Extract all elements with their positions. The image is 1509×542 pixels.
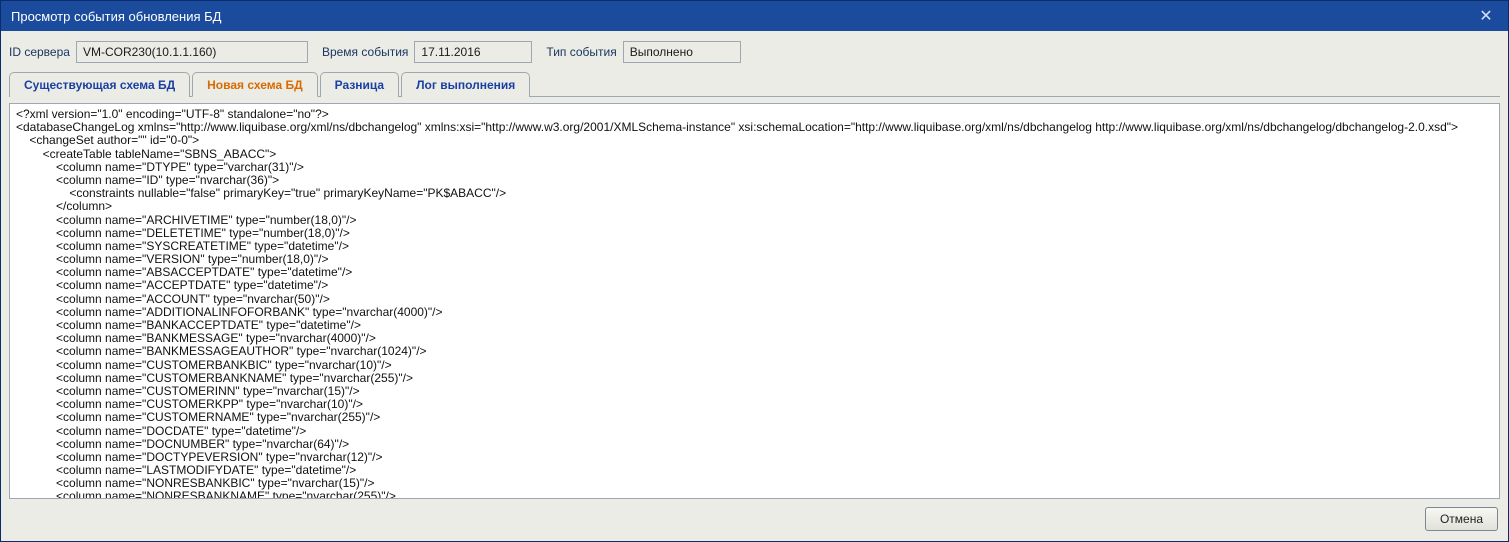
close-icon: ✕ [1479, 6, 1492, 26]
type-field[interactable] [623, 41, 741, 63]
window-title: Просмотр события обновления БД [11, 9, 1472, 24]
tabs-container: Существующая схема БД Новая схема БД Раз… [9, 71, 1500, 97]
type-label: Тип события [546, 45, 616, 59]
time-field[interactable] [414, 41, 532, 63]
tab-execution-log[interactable]: Лог выполнения [401, 72, 530, 97]
cancel-button[interactable]: Отмена [1425, 507, 1498, 531]
header-form: ID сервера Время события Тип события [1, 31, 1508, 71]
titlebar: Просмотр события обновления БД ✕ [1, 1, 1508, 31]
tab-difference[interactable]: Разница [320, 72, 399, 97]
server-field[interactable] [76, 41, 308, 63]
content-frame [9, 103, 1500, 499]
close-button[interactable]: ✕ [1472, 5, 1500, 27]
tab-existing-schema[interactable]: Существующая схема БД [9, 72, 190, 97]
tabs: Существующая схема БД Новая схема БД Раз… [9, 71, 1500, 97]
time-label: Время события [322, 45, 408, 59]
footer: Отмена [1, 499, 1508, 541]
server-label: ID сервера [9, 45, 70, 59]
xml-viewer[interactable] [10, 104, 1499, 498]
tab-new-schema[interactable]: Новая схема БД [192, 72, 318, 97]
